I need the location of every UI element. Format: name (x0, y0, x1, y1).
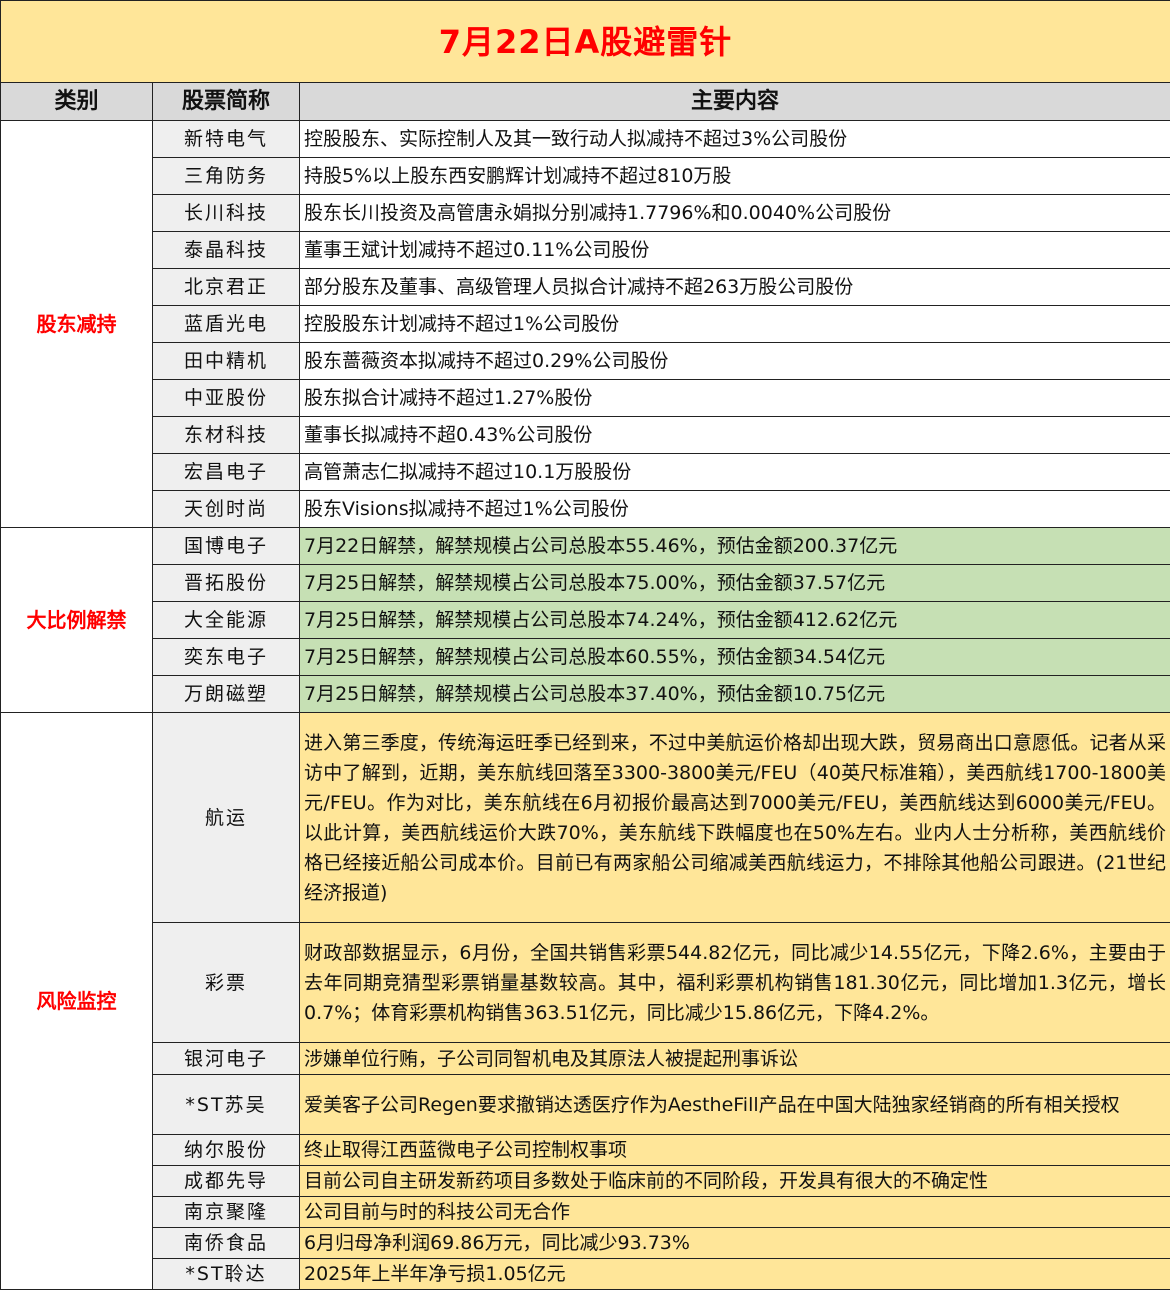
stock-name-cell: 大全能源 (153, 602, 300, 639)
content-cell: 财政部数据显示，6月份，全国共销售彩票544.82亿元，同比减少14.55亿元，… (300, 923, 1170, 1043)
stock-name-cell: 东材科技 (153, 417, 300, 454)
table-row: 长川科技股东长川投资及高管唐永娟拟分别减持1.7796%和0.0040%公司股份 (1, 195, 1170, 232)
content-cell: 股东拟合计减持不超过1.27%股份 (300, 380, 1170, 417)
stock-name-cell: 南京聚隆 (153, 1197, 300, 1228)
header-content: 主要内容 (300, 83, 1170, 121)
table-row: 纳尔股份终止取得江西蓝微电子公司控制权事项 (1, 1135, 1170, 1166)
table-row: 南侨食品6月归母净利润69.86万元，同比减少93.73% (1, 1228, 1170, 1259)
stock-name-cell: 成都先导 (153, 1166, 300, 1197)
table-row: 成都先导目前公司自主研发新药项目多数处于临床前的不同阶段，开发具有很大的不确定性 (1, 1166, 1170, 1197)
content-cell: 股东蔷薇资本拟减持不超过0.29%公司股份 (300, 343, 1170, 380)
stock-name-cell: 天创时尚 (153, 491, 300, 528)
content-cell: 股东长川投资及高管唐永娟拟分别减持1.7796%和0.0040%公司股份 (300, 195, 1170, 232)
stock-name-cell: 泰晶科技 (153, 232, 300, 269)
content-cell: 目前公司自主研发新药项目多数处于临床前的不同阶段，开发具有很大的不确定性 (300, 1166, 1170, 1197)
content-cell: 涉嫌单位行贿，子公司同智机电及其原法人被提起刑事诉讼 (300, 1043, 1170, 1075)
content-cell: 高管萧志仁拟减持不超过10.1万股股份 (300, 454, 1170, 491)
table-row: 奕东电子7月25日解禁，解禁规模占公司总股本60.55%，预估金额34.54亿元 (1, 639, 1170, 676)
content-cell: 董事长拟减持不超0.43%公司股份 (300, 417, 1170, 454)
stock-name-cell: *ST苏吴 (153, 1075, 300, 1135)
table-row: 南京聚隆公司目前与时的科技公司无合作 (1, 1197, 1170, 1228)
content-cell: 7月25日解禁，解禁规模占公司总股本74.24%，预估金额412.62亿元 (300, 602, 1170, 639)
stock-name-cell: 奕东电子 (153, 639, 300, 676)
table-row: *ST聆达2025年上半年净亏损1.05亿元 (1, 1259, 1170, 1290)
stock-name-cell: 纳尔股份 (153, 1135, 300, 1166)
table-row: 田中精机股东蔷薇资本拟减持不超过0.29%公司股份 (1, 343, 1170, 380)
stock-name-cell: 宏昌电子 (153, 454, 300, 491)
stock-name-cell: 中亚股份 (153, 380, 300, 417)
stock-name-cell: 三角防务 (153, 158, 300, 195)
content-cell: 控股股东、实际控制人及其一致行动人拟减持不超过3%公司股份 (300, 121, 1170, 158)
stock-name-cell: 新特电气 (153, 121, 300, 158)
content-cell: 7月25日解禁，解禁规模占公司总股本75.00%，预估金额37.57亿元 (300, 565, 1170, 602)
table-row: 中亚股份股东拟合计减持不超过1.27%股份 (1, 380, 1170, 417)
stock-name-cell: 长川科技 (153, 195, 300, 232)
table-row: 蓝盾光电控股股东计划减持不超过1%公司股份 (1, 306, 1170, 343)
table-row: 风险监控航运进入第三季度，传统海运旺季已经到来，不过中美航运价格却出现大跌，贸易… (1, 713, 1170, 923)
page-title: 7月22日A股避雷针 (1, 1, 1170, 83)
content-cell: 7月22日解禁，解禁规模占公司总股本55.46%，预估金额200.37亿元 (300, 528, 1170, 565)
table-row: 大全能源7月25日解禁，解禁规模占公司总股本74.24%，预估金额412.62亿… (1, 602, 1170, 639)
content-cell: 终止取得江西蓝微电子公司控制权事项 (300, 1135, 1170, 1166)
stock-name-cell: 国博电子 (153, 528, 300, 565)
header-stock-name: 股票简称 (153, 83, 300, 121)
table-row: 大比例解禁国博电子7月22日解禁，解禁规模占公司总股本55.46%，预估金额20… (1, 528, 1170, 565)
table-row: 北京君正部分股东及董事、高级管理人员拟合计减持不超263万股公司股份 (1, 269, 1170, 306)
risk-table: 7月22日A股避雷针 类别 股票简称 主要内容 股东减持新特电气控股股东、实际控… (0, 0, 1170, 1290)
content-cell: 爱美客子公司Regen要求撤销达透医疗作为AestheFill产品在中国大陆独家… (300, 1075, 1170, 1135)
stock-name-cell: 蓝盾光电 (153, 306, 300, 343)
content-cell: 董事王斌计划减持不超过0.11%公司股份 (300, 232, 1170, 269)
table-row: 股东减持新特电气控股股东、实际控制人及其一致行动人拟减持不超过3%公司股份 (1, 121, 1170, 158)
stock-name-cell: 银河电子 (153, 1043, 300, 1075)
category-cell: 大比例解禁 (1, 528, 153, 713)
category-cell: 风险监控 (1, 713, 153, 1290)
table-row: *ST苏吴爱美客子公司Regen要求撤销达透医疗作为AestheFill产品在中… (1, 1075, 1170, 1135)
table-row: 泰晶科技董事王斌计划减持不超过0.11%公司股份 (1, 232, 1170, 269)
table-row: 三角防务持股5%以上股东西安鹏辉计划减持不超过810万股 (1, 158, 1170, 195)
table-row: 晋拓股份7月25日解禁，解禁规模占公司总股本75.00%，预估金额37.57亿元 (1, 565, 1170, 602)
header-category: 类别 (1, 83, 153, 121)
table-row: 宏昌电子高管萧志仁拟减持不超过10.1万股股份 (1, 454, 1170, 491)
content-cell: 公司目前与时的科技公司无合作 (300, 1197, 1170, 1228)
content-cell: 6月归母净利润69.86万元，同比减少93.73% (300, 1228, 1170, 1259)
content-cell: 进入第三季度，传统海运旺季已经到来，不过中美航运价格却出现大跌，贸易商出口意愿低… (300, 713, 1170, 923)
table-row: 彩票财政部数据显示，6月份，全国共销售彩票544.82亿元，同比减少14.55亿… (1, 923, 1170, 1043)
content-cell: 股东Visions拟减持不超过1%公司股份 (300, 491, 1170, 528)
stock-name-cell: 北京君正 (153, 269, 300, 306)
stock-name-cell: 田中精机 (153, 343, 300, 380)
content-cell: 控股股东计划减持不超过1%公司股份 (300, 306, 1170, 343)
stock-name-cell: 彩票 (153, 923, 300, 1043)
table-row: 银河电子涉嫌单位行贿，子公司同智机电及其原法人被提起刑事诉讼 (1, 1043, 1170, 1075)
table-row: 东材科技董事长拟减持不超0.43%公司股份 (1, 417, 1170, 454)
content-cell: 部分股东及董事、高级管理人员拟合计减持不超263万股公司股份 (300, 269, 1170, 306)
stock-name-cell: *ST聆达 (153, 1259, 300, 1290)
stock-name-cell: 南侨食品 (153, 1228, 300, 1259)
content-cell: 7月25日解禁，解禁规模占公司总股本37.40%，预估金额10.75亿元 (300, 676, 1170, 713)
content-cell: 2025年上半年净亏损1.05亿元 (300, 1259, 1170, 1290)
stock-name-cell: 晋拓股份 (153, 565, 300, 602)
category-cell: 股东减持 (1, 121, 153, 528)
stock-name-cell: 万朗磁塑 (153, 676, 300, 713)
content-cell: 7月25日解禁，解禁规模占公司总股本60.55%，预估金额34.54亿元 (300, 639, 1170, 676)
table-row: 万朗磁塑7月25日解禁，解禁规模占公司总股本37.40%，预估金额10.75亿元 (1, 676, 1170, 713)
stock-name-cell: 航运 (153, 713, 300, 923)
content-cell: 持股5%以上股东西安鹏辉计划减持不超过810万股 (300, 158, 1170, 195)
table-row: 天创时尚股东Visions拟减持不超过1%公司股份 (1, 491, 1170, 528)
